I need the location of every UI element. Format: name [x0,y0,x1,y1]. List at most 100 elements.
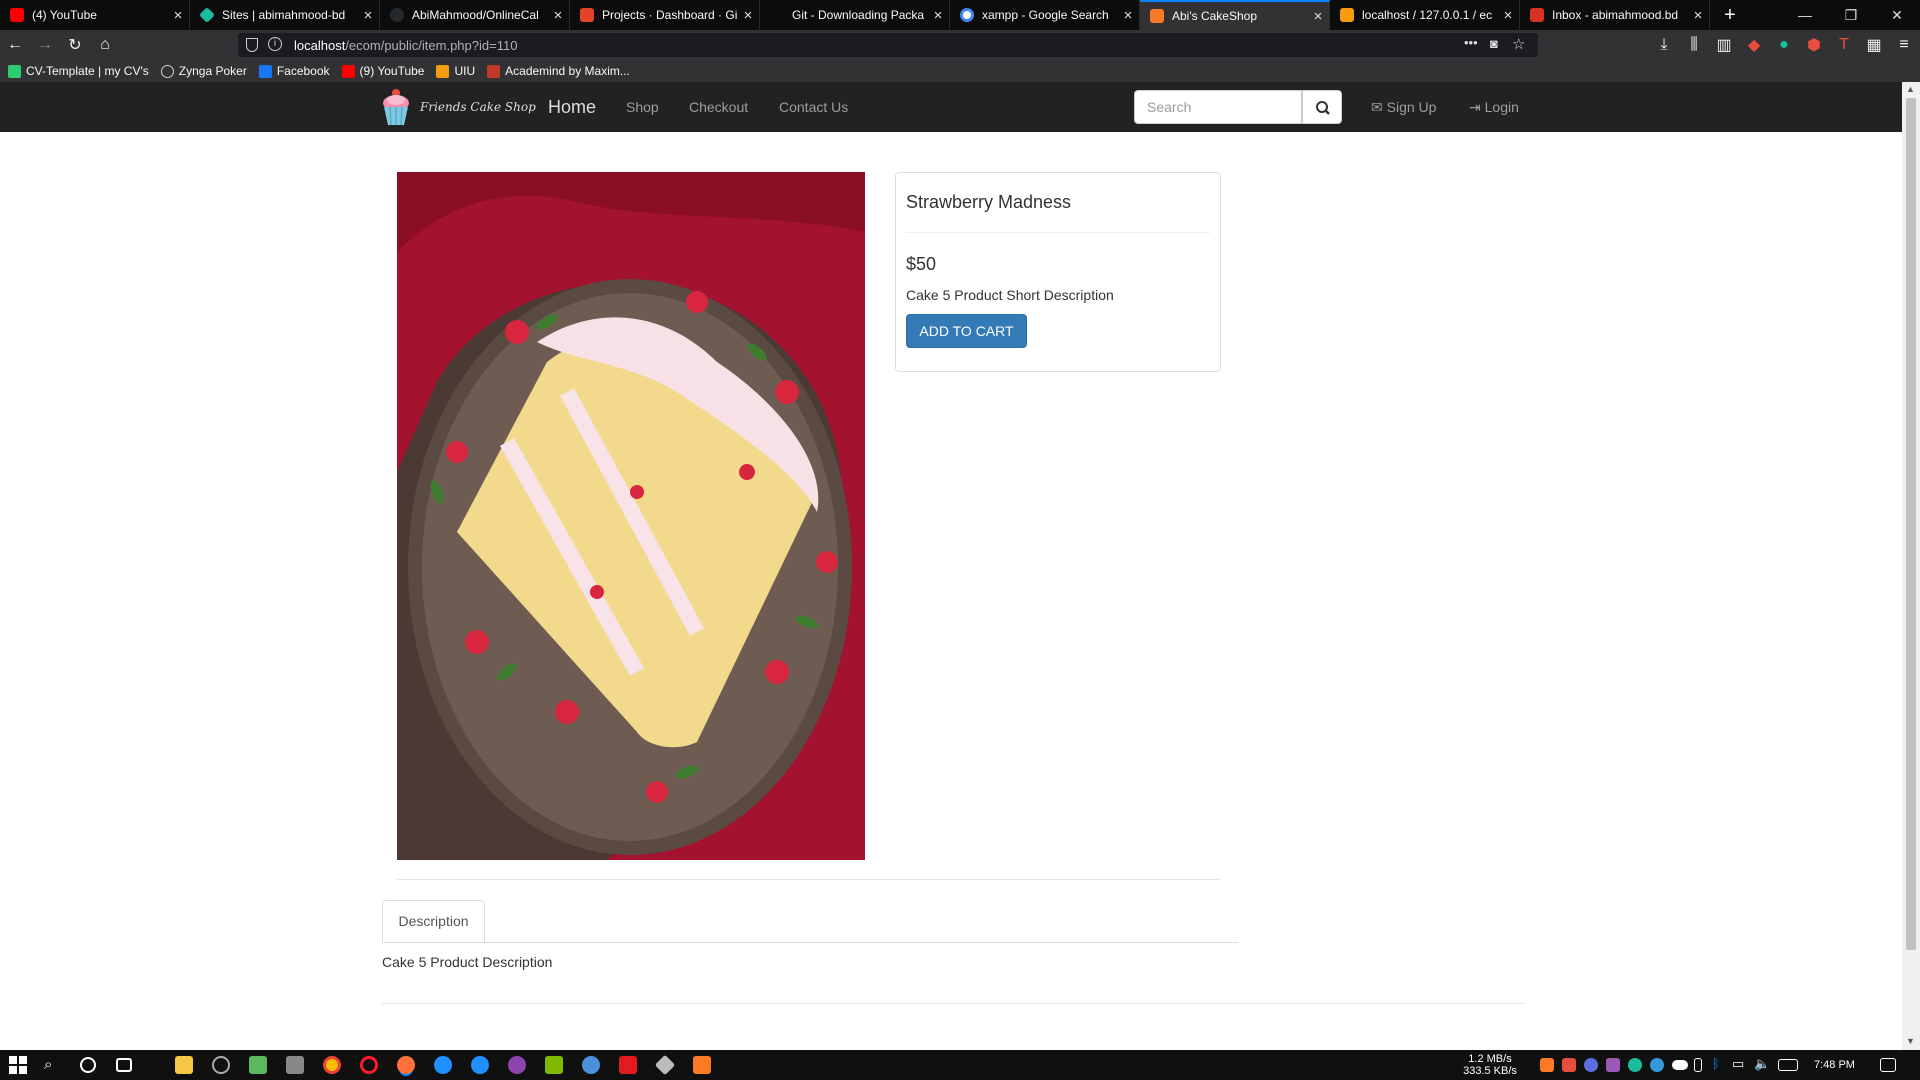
bluetooth-icon[interactable]: ᛒ [1712,1056,1730,1074]
new-tab-button[interactable]: + [1710,0,1750,30]
back-button[interactable]: ← [4,34,26,56]
cortana-icon[interactable] [80,1057,96,1073]
tray-icon[interactable] [1562,1058,1576,1072]
scroll-up-arrow[interactable]: ▲ [1906,84,1915,94]
bookmark-item[interactable]: CV-Template | my CV's [8,64,149,78]
notifications-icon[interactable] [1880,1058,1896,1072]
sidebar-icon[interactable]: ▥ [1713,34,1735,56]
app-icon[interactable] [508,1056,526,1074]
browser-tab[interactable]: Sites | abimahmood-bd × [190,0,380,30]
browser-tab[interactable]: Projects · Dashboard · Gi × [570,0,760,30]
chrome-icon[interactable] [323,1056,341,1074]
xampp-icon[interactable] [693,1056,711,1074]
phpmyadmin-icon [1340,8,1354,22]
close-icon[interactable]: × [1117,7,1139,24]
app-icon[interactable] [249,1056,267,1074]
close-icon[interactable]: × [547,7,569,24]
tab-description[interactable]: Description [382,900,485,943]
keyboard-icon[interactable] [1778,1059,1798,1071]
pocket-icon[interactable]: ◙ [1490,36,1498,51]
close-icon[interactable]: × [357,7,379,24]
scrollbar-thumb[interactable] [1906,98,1916,950]
browser-tab[interactable]: AbiMahmood/OnlineCal × [380,0,570,30]
minimize-button[interactable]: — [1782,0,1828,30]
nav-login[interactable]: ⇥ Login [1469,82,1519,132]
tray-icon[interactable] [1650,1058,1664,1072]
opera-icon[interactable] [360,1056,378,1074]
app-icon[interactable] [434,1056,452,1074]
download-icon[interactable]: ⤓ [1653,34,1675,56]
product-title: Strawberry Madness [906,192,1072,212]
network-icon[interactable]: ▭ [1732,1056,1750,1074]
nav-contact[interactable]: Contact Us [779,82,848,132]
more-icon[interactable]: ••• [1464,35,1478,50]
close-icon[interactable]: × [737,7,759,24]
library-icon[interactable]: ⫼ [1683,34,1705,56]
close-icon[interactable]: × [167,7,189,24]
nav-home[interactable]: Home [548,82,596,132]
acrobat-icon[interactable] [619,1056,637,1074]
app-icon[interactable] [212,1056,230,1074]
firefox-icon[interactable] [397,1056,415,1074]
windows-taskbar: ⌕ 1.2 MB/s 333.5 KB/s ᛒ ▭ 🔈 7:48 PM [0,1050,1920,1080]
nav-checkout[interactable]: Checkout [689,82,748,132]
adblock-icon[interactable]: ⬢ [1803,34,1825,56]
scroll-down-arrow[interactable]: ▼ [1906,1036,1915,1046]
app-icon[interactable] [286,1056,304,1074]
address-bar[interactable]: i localhost/ecom/public/item.php?id=110 … [238,33,1538,57]
usb-icon[interactable] [1694,1058,1702,1072]
search-icon[interactable]: ⌕ [44,1056,62,1074]
close-icon[interactable]: × [1307,8,1329,25]
bookmark-item[interactable]: (9) YouTube [341,64,424,78]
reload-button[interactable]: ↻ [64,34,86,56]
app-icon[interactable] [582,1056,600,1074]
file-explorer-icon[interactable] [175,1056,193,1074]
task-view-icon[interactable] [116,1058,132,1072]
forward-button[interactable]: → [34,34,56,56]
bookmark-item[interactable]: Facebook [258,64,330,78]
bookmark-item[interactable]: Academind by Maxim... [487,64,630,78]
bookmark-star-icon[interactable]: ☆ [1512,35,1525,53]
extension-t-icon[interactable]: T [1833,34,1855,56]
app-icon[interactable] [545,1056,563,1074]
clock[interactable]: 7:48 PM [1814,1050,1855,1080]
nav-shop[interactable]: Shop [626,82,659,132]
extension-icon[interactable]: ◆ [1743,34,1765,56]
site-logo[interactable]: Friends Cake Shop [380,87,540,127]
close-icon[interactable]: × [1497,7,1519,24]
volume-icon[interactable]: 🔈 [1754,1056,1772,1074]
add-to-cart-button[interactable]: ADD TO CART [906,314,1027,348]
youtube-icon [341,64,355,78]
tray-icon[interactable] [1628,1058,1642,1072]
browser-tab[interactable]: (4) YouTube × [0,0,190,30]
browser-tab[interactable]: localhost / 127.0.0.1 / ec × [1330,0,1520,30]
menu-icon[interactable]: ≡ [1893,34,1915,56]
cloud-icon[interactable] [1672,1060,1688,1070]
page-scrollbar[interactable]: ▲ ▼ [1902,82,1920,1050]
app-icon[interactable] [654,1054,676,1076]
tray-icon[interactable] [1584,1058,1598,1072]
close-icon[interactable]: × [1687,7,1709,24]
close-icon[interactable]: × [927,7,949,24]
grammarly-icon[interactable]: ● [1773,34,1795,56]
bookmark-item[interactable]: UIU [436,64,475,78]
restore-button[interactable]: ❐ [1828,0,1874,30]
browser-tab[interactable]: xampp - Google Search × [950,0,1140,30]
tray-icon[interactable] [1606,1058,1620,1072]
search-button[interactable] [1302,90,1342,124]
windows-start-icon[interactable] [9,1056,27,1074]
home-icon[interactable]: ⌂ [94,34,116,56]
shield-icon [246,38,258,52]
window-close-button[interactable]: ✕ [1874,0,1920,30]
browser-tab[interactable]: Git - Downloading Packa × [760,0,950,30]
browser-tab-active[interactable]: Abi's CakeShop × [1140,0,1330,30]
tray-icon[interactable] [1540,1058,1554,1072]
search-input[interactable]: Search [1134,90,1302,124]
bookmark-item[interactable]: Zynga Poker [160,64,247,78]
search-icon [1316,101,1330,115]
google-icon [960,8,974,22]
browser-tab[interactable]: Inbox - abimahmood.bd × [1520,0,1710,30]
nav-signup[interactable]: ✉ Sign Up [1371,82,1436,132]
app-icon[interactable] [471,1056,489,1074]
extension-bars-icon[interactable]: ▦ [1863,34,1885,56]
